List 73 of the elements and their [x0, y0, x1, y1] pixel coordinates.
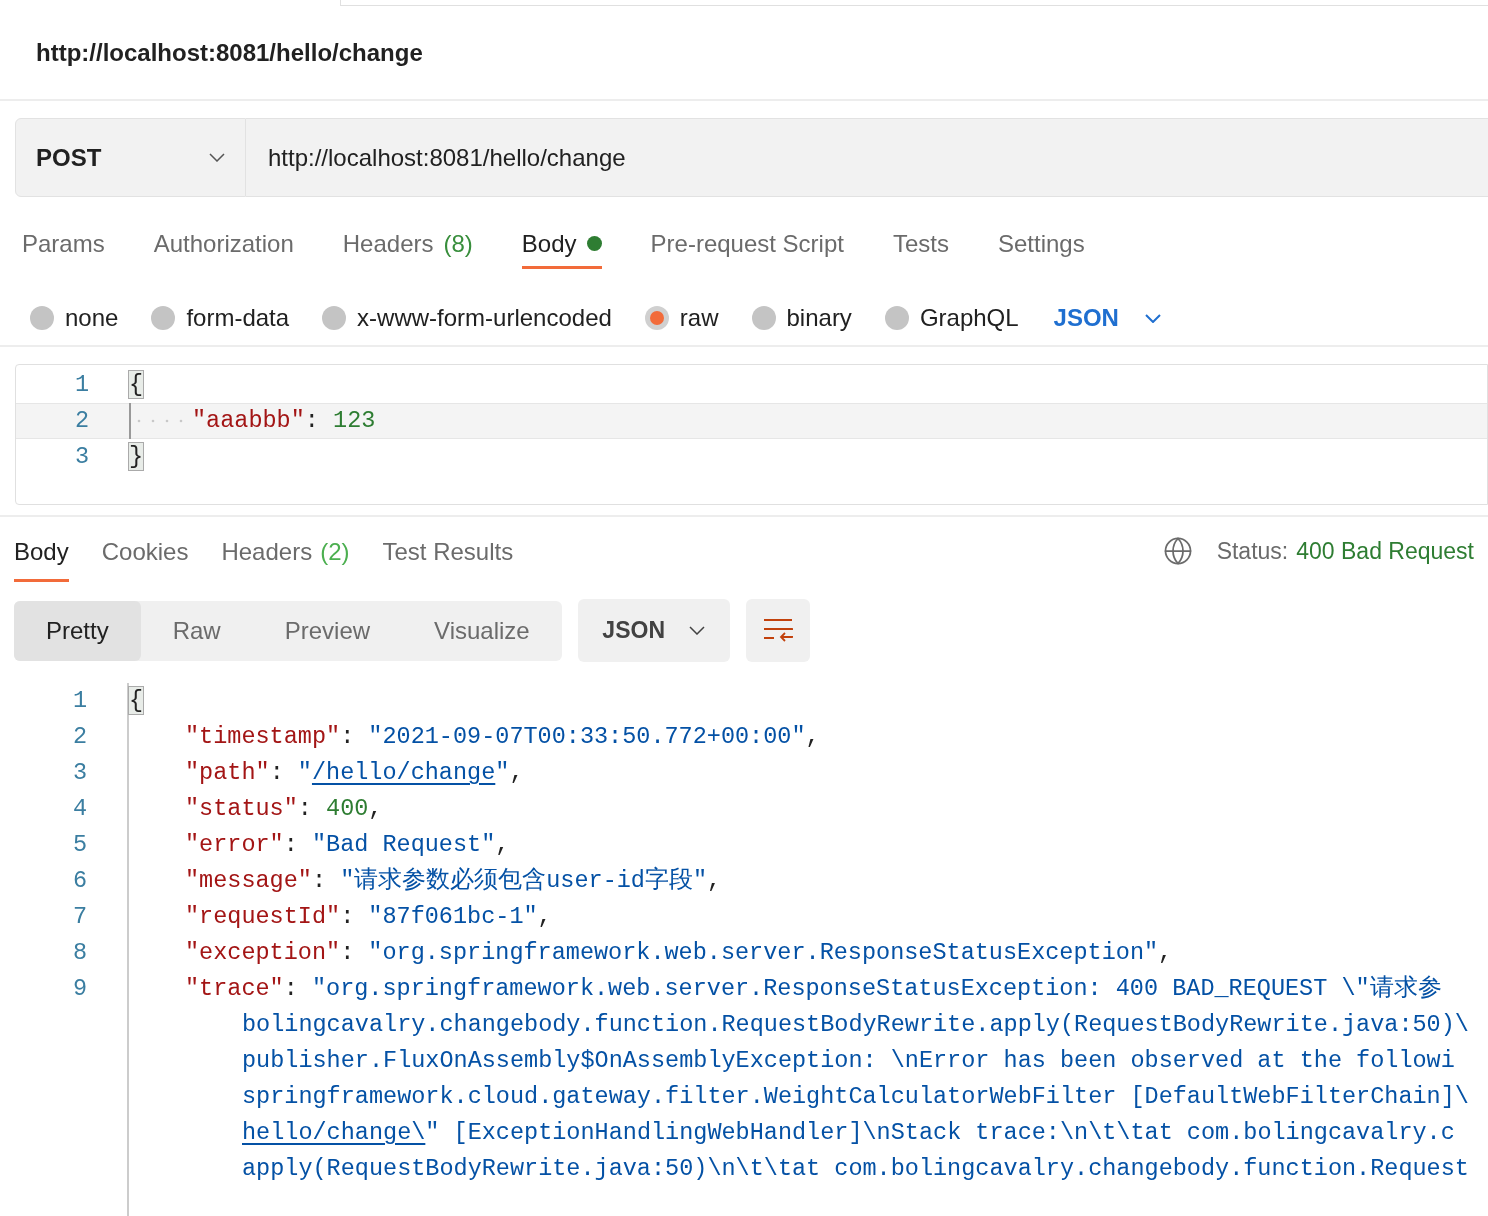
line-number: 1	[71, 686, 87, 716]
radio-label: binary	[786, 303, 852, 333]
code-line: "requestId": "87f061bc-1",	[185, 902, 552, 932]
response-tab[interactable]: Test Results	[382, 520, 514, 582]
chevron-down-icon	[689, 626, 705, 635]
code-text: ,	[509, 758, 524, 788]
code-text: "path"	[185, 758, 270, 788]
radio-label: x-www-form-urlencoded	[357, 303, 612, 333]
radio-button[interactable]	[322, 306, 347, 330]
radio-label: form-data	[186, 303, 290, 333]
line-number: 5	[71, 830, 87, 860]
code-text: " [ExceptionHandlingWebHandler]\nStack trace:\n\t\tat com.bolingcavalry.c	[425, 1118, 1455, 1148]
request-tab[interactable]: Tests	[892, 221, 949, 269]
view-mode-tab[interactable]: Preview	[252, 600, 403, 661]
line-number: 1	[73, 370, 89, 401]
code-line: "exception": "org.springframework.web.server.ResponseStatusException",	[185, 938, 1173, 968]
line-number: 9	[71, 974, 87, 1004]
status-value: 400 Bad Request	[1296, 536, 1474, 566]
line-number: 3	[73, 442, 89, 473]
request-tab[interactable]: Params	[22, 221, 105, 269]
radio-button[interactable]	[151, 306, 176, 330]
wrap-button[interactable]	[745, 599, 810, 662]
status-label: Status:	[1216, 536, 1289, 566]
request-tab[interactable]: Authorization	[153, 221, 294, 269]
code-line: publisher.FluxOnAssembly$OnAssemblyException: \nError has been observed at the followi	[242, 1046, 1455, 1076]
code-line: "status": 400,	[185, 794, 383, 824]
response-tab[interactable]: Body	[14, 520, 69, 582]
response-tab[interactable]: Headers (2)	[221, 520, 350, 582]
wrap-lines-icon	[762, 617, 793, 644]
globe-icon[interactable]	[1162, 536, 1193, 566]
radio-button[interactable]	[751, 306, 776, 330]
format-dropdown[interactable]: JSON	[1053, 300, 1161, 336]
radio-label: GraphQL	[919, 303, 1019, 333]
code-line: "error": "Bad Request",	[185, 830, 510, 860]
format-dropdown[interactable]: JSON	[577, 599, 730, 662]
path-link[interactable]: /hello/change	[311, 755, 496, 791]
request-title: http://localhost:8081/hello/change	[36, 37, 423, 68]
line-number: 8	[71, 938, 87, 968]
code-line: "trace": "org.springframework.web.server.ResponseStatusException: 400 BAD_REQUEST \"请求参	[185, 974, 1442, 1004]
code-editor[interactable]: 1 { 2 "aaabbb": 123 3 }	[15, 364, 1488, 505]
request-tab[interactable]: Headers (8)	[342, 221, 473, 269]
radio-button[interactable]	[884, 306, 909, 330]
radio-button[interactable]	[30, 306, 54, 330]
view-mode-tab[interactable]: Pretty	[14, 600, 141, 661]
request-tab[interactable]: Body	[521, 221, 602, 269]
code-line: springframework.cloud.gateway.filter.WeightCalculatorWebFilter [DefaultWebFilterChain]\	[242, 1082, 1469, 1112]
chevron-down-icon	[1144, 313, 1161, 323]
path-link[interactable]: hello/change\	[242, 1115, 426, 1151]
code-line: "message": "请求参数必须包含user-id字段",	[185, 865, 722, 896]
code-line: apply(RequestBodyRewrite.java:50)\n\t\tat com.bolingcavalry.changebody.function.Request	[242, 1154, 1469, 1184]
line-number: 3	[71, 758, 87, 788]
line-number: 2	[71, 722, 87, 752]
code-line: bolingcavalry.changebody.function.RequestBodyRewrite.apply(RequestBodyRewrite.java:50)\	[242, 1010, 1469, 1040]
code-line: "timestamp": "2021-09-07T00:33:50.772+00:00",	[185, 722, 820, 752]
method-dropdown[interactable]: POST	[15, 118, 246, 197]
chevron-down-icon	[209, 153, 225, 162]
request-tab[interactable]: Pre-request Script	[650, 221, 844, 269]
radio-label: none	[65, 303, 119, 333]
code-text: "	[297, 758, 312, 788]
line-number: 4	[71, 794, 87, 824]
code-line: "aaabbb": 123	[192, 406, 376, 437]
response-tab[interactable]: Cookies	[101, 520, 189, 582]
code-text: "	[495, 758, 510, 788]
view-mode-tab[interactable]: Raw	[140, 600, 253, 661]
line-number: 2	[73, 406, 89, 437]
radio-label: raw	[679, 303, 719, 333]
line-number: 6	[71, 866, 87, 896]
code-text: :	[269, 758, 285, 788]
view-mode-tab[interactable]: Visualize	[402, 600, 562, 661]
line-number: 7	[71, 902, 87, 932]
request-tab[interactable]: Settings	[997, 221, 1085, 269]
radio-button[interactable]	[644, 306, 669, 330]
url-field[interactable]: http://localhost:8081/hello/change	[246, 118, 1488, 197]
